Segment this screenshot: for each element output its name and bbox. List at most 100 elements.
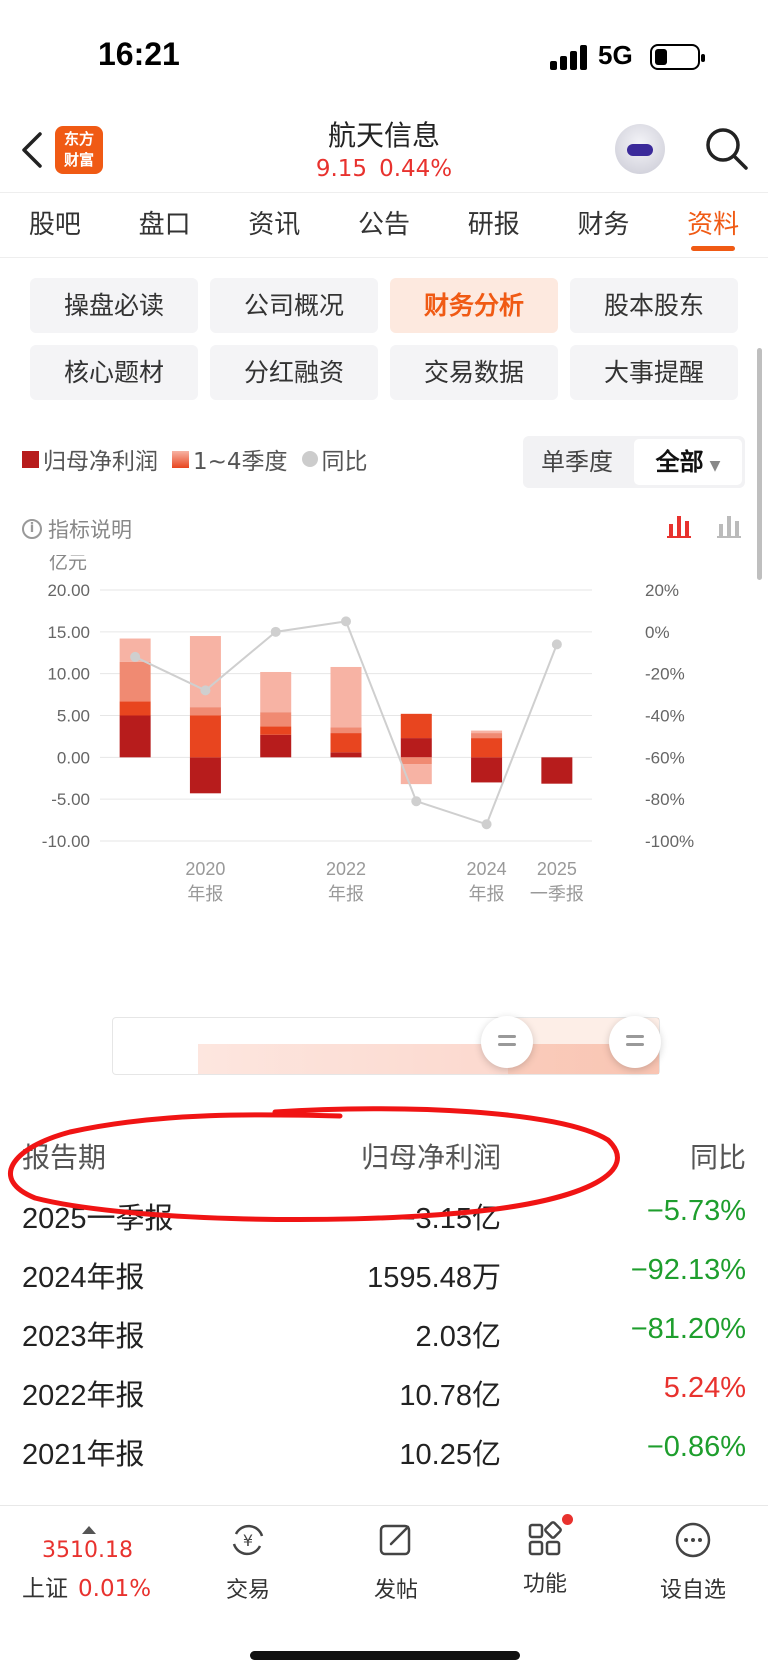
index-value: 3510.18: [42, 1538, 133, 1563]
y-unit-label: 亿元: [49, 555, 87, 574]
table-row[interactable]: 2021年报 10.25亿 −0.86%: [22, 1421, 746, 1480]
index-ticker[interactable]: 3510.18 上证 0.01%: [22, 1526, 172, 1603]
table-row[interactable]: 2022年报 10.78亿 5.24%: [22, 1362, 746, 1421]
x-tick-sublabel: 年报: [469, 884, 505, 905]
row-net-profit: 1595.48万: [367, 1262, 501, 1294]
legend-yoy[interactable]: 同比: [301, 442, 368, 476]
bar-segment-q3: [189, 707, 221, 716]
row-period: 2025一季报: [22, 1203, 174, 1235]
tab-6[interactable]: 资料: [658, 193, 768, 257]
bar-segment-q2: [400, 713, 432, 739]
row-period: 2024年报: [22, 1262, 145, 1294]
bar-segment-q3: [260, 712, 292, 727]
home-indicator[interactable]: [250, 1651, 520, 1660]
bar-segment-q4: [189, 636, 221, 708]
x-tick-sublabel: 年报: [328, 884, 364, 905]
yoy-point: [200, 685, 211, 696]
bottom-nav: 3510.18 上证 0.01% ¥ 交易 发帖 功能 设自选: [0, 1505, 768, 1667]
chart-legend: 归母净利润 1~4季度 同比: [22, 442, 382, 476]
sub-button-2[interactable]: 财务分析: [390, 278, 558, 333]
nav-post[interactable]: 发帖: [341, 1520, 451, 1604]
row-yoy: 5.24%: [663, 1372, 746, 1404]
right-tick-label: -40%: [645, 707, 685, 726]
left-tick-label: 15.00: [47, 623, 90, 642]
sub-button-1[interactable]: 公司概况: [210, 278, 378, 333]
stock-header: 东方 财富 航天信息 9.15 0.44%: [0, 110, 768, 192]
row-net-profit: 10.78亿: [399, 1380, 501, 1412]
yoy-point: [270, 626, 281, 637]
main-tabs: 股吧 盘口 资讯 公告 研报 财务 资料: [0, 192, 768, 258]
tab-1[interactable]: 盘口: [110, 193, 220, 257]
row-period: 2022年报: [22, 1380, 145, 1412]
row-net-profit: 2.03亿: [415, 1321, 501, 1353]
range-slider[interactable]: [112, 1016, 661, 1075]
nav-functions[interactable]: 功能: [490, 1514, 600, 1598]
search-icon[interactable]: [702, 124, 750, 172]
single-quarter-option[interactable]: 单季度: [523, 436, 631, 488]
legend-quarters[interactable]: 1~4季度: [172, 442, 288, 476]
right-tick-label: 20%: [645, 581, 679, 600]
sub-button-3[interactable]: 股本股东: [570, 278, 738, 333]
x-tick-label: 2025: [537, 859, 577, 879]
sub-button-5[interactable]: 分红融资: [210, 345, 378, 400]
bar-segment-q3: [119, 661, 151, 702]
bar-segment-q1: [119, 715, 151, 758]
left-tick-label: 10.00: [47, 665, 90, 684]
right-tick-label: -100%: [645, 832, 694, 851]
row-period: 2021年报: [22, 1439, 145, 1471]
status-bar: 16:21 5G: [0, 0, 768, 110]
bar-segment-q1: [541, 757, 573, 784]
bar-chart-icon[interactable]: [717, 514, 741, 538]
app-screen: 16:21 5G 东方 财富 航天信息 9.15 0.44% 股吧 盘口 资讯 公告 研报财…: [0, 0, 768, 1667]
sub-button-0[interactable]: 操盘必读: [30, 278, 198, 333]
chart-type-switch: [667, 514, 741, 538]
robot-assistant-icon[interactable]: [615, 124, 665, 174]
scrollbar[interactable]: [757, 348, 762, 580]
range-handle-right[interactable]: [609, 1016, 661, 1068]
all-period-dropdown[interactable]: 全部 ▼: [634, 439, 742, 485]
bar-segment-q4: [330, 666, 362, 728]
bar-segment-q3: [400, 757, 432, 765]
bar-chart-icon-active[interactable]: [667, 514, 691, 538]
sub-button-6[interactable]: 交易数据: [390, 345, 558, 400]
status-time: 16:21: [98, 36, 180, 72]
x-tick-label: 2022: [326, 859, 366, 879]
bar-segment-q1: [189, 757, 221, 794]
index-name: 上证: [22, 1576, 68, 1602]
sub-button-4[interactable]: 核心题材: [30, 345, 198, 400]
row-yoy: −5.73%: [646, 1195, 746, 1227]
table-row[interactable]: 2023年报 2.03亿 −81.20%: [22, 1303, 746, 1362]
table-row[interactable]: 2024年报 1595.48万 −92.13%: [22, 1244, 746, 1303]
tab-2[interactable]: 资讯: [219, 193, 329, 257]
sub-button-7[interactable]: 大事提醒: [570, 345, 738, 400]
bar-segment-q2: [189, 715, 221, 758]
net-profit-chart: 亿元 20.00 20% 15.00 0% 10.00 -20% 5.00 -40% 0.00 -6…: [42, 555, 694, 905]
period-toggle: 单季度 全部 ▼: [523, 436, 745, 488]
bar-segment-q1: [400, 738, 432, 758]
left-tick-label: 0.00: [57, 748, 90, 767]
nav-add-watchlist[interactable]: 设自选: [638, 1520, 748, 1604]
nav-trade[interactable]: ¥ 交易: [193, 1520, 303, 1604]
tab-5[interactable]: 财务: [549, 193, 659, 257]
range-handle-left[interactable]: [481, 1016, 533, 1068]
expand-up-icon: [82, 1526, 96, 1534]
more-circle-icon: [675, 1522, 711, 1558]
header-period: 报告期: [22, 1142, 107, 1173]
tab-0[interactable]: 股吧: [0, 193, 110, 257]
indicator-note[interactable]: i 指标说明: [22, 514, 132, 544]
signal-icon: [550, 44, 590, 70]
row-yoy: −0.86%: [646, 1431, 746, 1463]
tab-3[interactable]: 公告: [329, 193, 439, 257]
bar-segment-q4: [260, 671, 292, 713]
left-tick-label: 5.00: [57, 707, 90, 726]
yoy-point: [341, 616, 351, 627]
edit-post-icon: [379, 1524, 411, 1556]
network-label: 5G: [598, 40, 633, 70]
left-tick-label: 20.00: [47, 581, 90, 600]
legend-net-profit[interactable]: 归母净利润: [22, 442, 158, 476]
tab-4[interactable]: 研报: [439, 193, 549, 257]
header-yoy: 同比: [689, 1142, 746, 1173]
x-tick-label: 2024: [467, 859, 507, 879]
yoy-point: [411, 796, 422, 807]
table-row[interactable]: 2025一季报 −3.15亿 −5.73%: [22, 1185, 746, 1244]
